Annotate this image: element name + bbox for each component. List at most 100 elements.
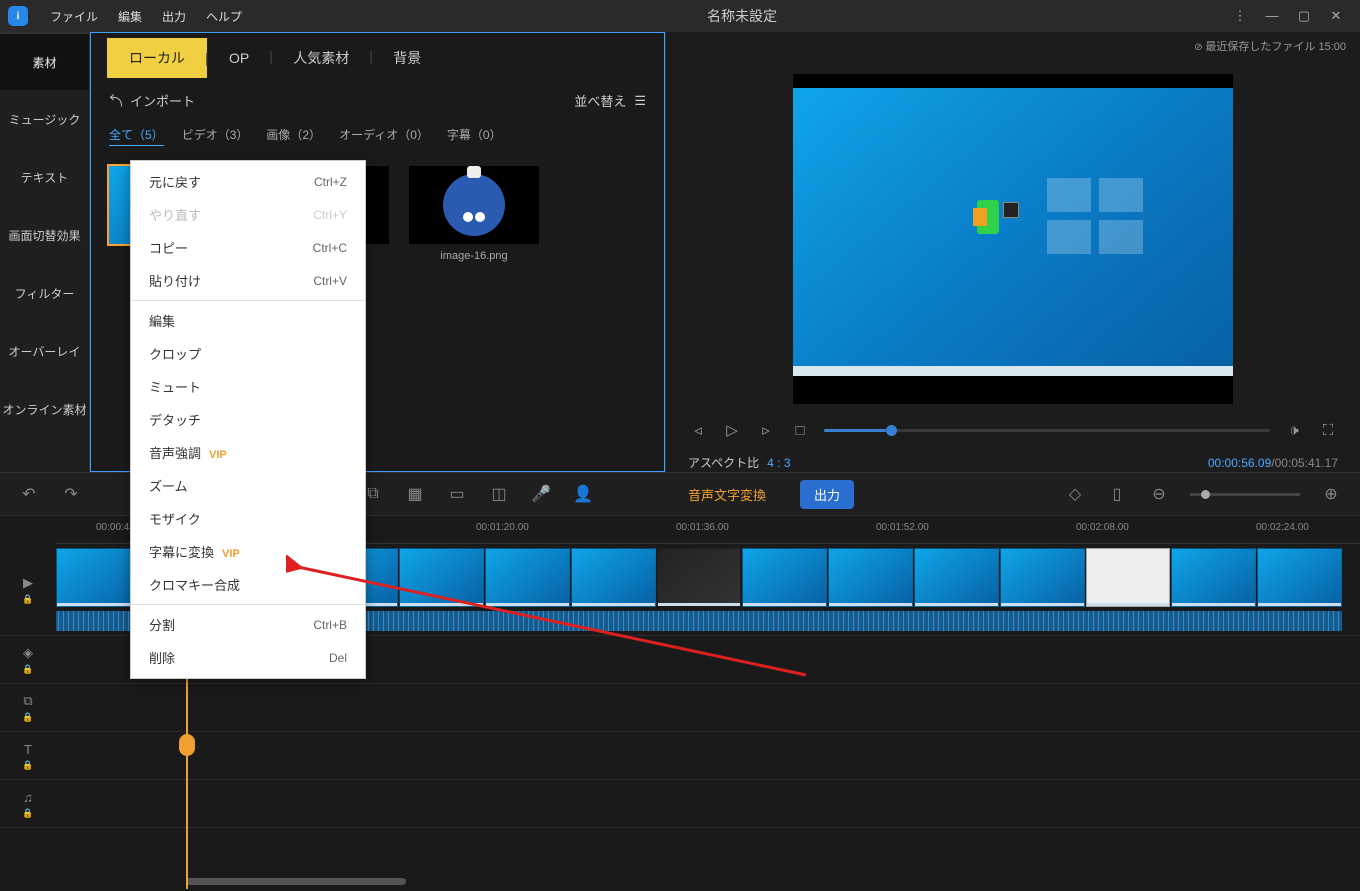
video-track-head[interactable]: ▶ 🔒 <box>0 544 56 636</box>
progress-bar[interactable] <box>824 429 1270 432</box>
person-icon[interactable]: 👤 <box>572 483 594 505</box>
ctx-undo[interactable]: 元に戻すCtrl+Z <box>131 165 365 198</box>
menu-edit[interactable]: 編集 <box>108 8 152 25</box>
more-icon[interactable]: ⋮ <box>1232 8 1248 24</box>
ctx-edit[interactable]: 編集 <box>131 304 365 337</box>
sort-icon[interactable]: ☰ <box>634 93 646 109</box>
sidebar-item-transition[interactable]: 画面切替効果 <box>0 206 89 264</box>
left-sidebar: 素材 ミュージック テキスト 画面切替効果 フィルター オーバーレイ オンライン… <box>0 32 90 472</box>
pip-track-head[interactable]: ⧉🔒 <box>0 684 56 732</box>
close-icon[interactable]: ✕ <box>1328 8 1344 24</box>
pip-icon: ⧉ <box>23 693 32 709</box>
time-label: 00:01:36.00 <box>676 522 729 533</box>
ctx-to-subtitle[interactable]: 字幕に変換VIP <box>131 535 365 568</box>
zoom-out-icon[interactable]: ⊖ <box>1148 483 1170 505</box>
windows-logo-icon <box>1047 178 1143 254</box>
aspect-value[interactable]: 4 : 3 <box>767 456 790 470</box>
undo-icon[interactable]: ↶ <box>18 483 40 505</box>
time-label: 00:02:24.00 <box>1256 522 1309 533</box>
ctx-mosaic[interactable]: モザイク <box>131 502 365 535</box>
text-track-head[interactable]: T🔒 <box>0 732 56 780</box>
text-icon: T <box>24 742 32 757</box>
rect-icon[interactable]: ▭ <box>446 483 468 505</box>
video-track-icon: ▶ <box>23 575 33 591</box>
maximize-icon[interactable]: ▢ <box>1296 8 1312 24</box>
titlebar: i ファイル 編集 出力 ヘルプ 名称未設定 ⋮ — ▢ ✕ <box>0 0 1360 32</box>
filter-video[interactable]: ビデオ（3） <box>182 126 249 146</box>
speech-to-text-button[interactable]: 音声文字変換 <box>674 480 780 509</box>
menu-output[interactable]: 出力 <box>152 8 196 25</box>
volume-icon[interactable]: 🕩 <box>1284 420 1304 440</box>
time-label: 00:01:20.00 <box>476 522 529 533</box>
fullscreen-icon[interactable]: ⛶ <box>1318 420 1338 440</box>
sidebar-item-media[interactable]: 素材 <box>0 32 89 90</box>
ctx-redo: やり直すCtrl+Y <box>131 198 365 231</box>
lock-icon[interactable]: 🔒 <box>22 664 33 675</box>
sidebar-item-overlay[interactable]: オーバーレイ <box>0 322 89 380</box>
ctx-split[interactable]: 分割Ctrl+B <box>131 608 365 641</box>
ctx-crop[interactable]: クロップ <box>131 337 365 370</box>
filter-image[interactable]: 画像（2） <box>266 126 321 146</box>
media-tab-local[interactable]: ローカル <box>107 38 207 78</box>
media-tab-op[interactable]: OP <box>207 40 271 76</box>
ctx-delete[interactable]: 削除Del <box>131 641 365 674</box>
grid-icon[interactable]: ▦ <box>404 483 426 505</box>
sidebar-item-online[interactable]: オンライン素材 <box>0 380 89 438</box>
aspect-label: アスペクト比 <box>688 454 759 471</box>
music-icon: ♫ <box>23 790 33 805</box>
preview-panel: 最近保存したファイル 15:00 ◃ ▷ ▹ □ 🕩 ⛶ アスペクト比 4 : … <box>665 32 1360 472</box>
music-track-head[interactable]: ♫🔒 <box>0 780 56 828</box>
zoom-in-icon[interactable]: ⊕ <box>1320 483 1342 505</box>
menu-help[interactable]: ヘルプ <box>196 8 252 25</box>
media-tab-background[interactable]: 背景 <box>371 38 443 78</box>
horizontal-scrollbar[interactable] <box>186 878 406 885</box>
filter-subtitle[interactable]: 字幕（0） <box>447 126 502 146</box>
sidebar-item-music[interactable]: ミュージック <box>0 90 89 148</box>
marker-icon[interactable]: ◇ <box>1064 483 1086 505</box>
pip-track[interactable]: ⧉🔒 <box>0 684 1360 732</box>
ctx-detach[interactable]: デタッチ <box>131 403 365 436</box>
sort-button[interactable]: 並べ替え <box>574 91 626 110</box>
compare-icon[interactable]: ◫ <box>488 483 510 505</box>
lock-icon[interactable]: 🔒 <box>22 808 33 819</box>
sidebar-item-filter[interactable]: フィルター <box>0 264 89 322</box>
time-label: 00:02:08.00 <box>1076 522 1129 533</box>
next-button[interactable]: ▹ <box>756 420 776 440</box>
minimize-icon[interactable]: — <box>1264 8 1280 24</box>
text-track[interactable]: T🔒 <box>0 732 1360 780</box>
ctx-mute[interactable]: ミュート <box>131 370 365 403</box>
time-label: 00:01:52.00 <box>876 522 929 533</box>
redo-icon[interactable]: ↷ <box>60 483 82 505</box>
overlay-track-head[interactable]: ◈🔒 <box>0 636 56 684</box>
import-icon: ⤴ <box>106 94 125 107</box>
ctx-zoom[interactable]: ズーム <box>131 469 365 502</box>
filter-audio[interactable]: オーディオ（0） <box>339 126 429 146</box>
import-button[interactable]: インポート <box>130 91 195 110</box>
music-track[interactable]: ♫🔒 <box>0 780 1360 828</box>
sidebar-item-text[interactable]: テキスト <box>0 148 89 206</box>
prev-button[interactable]: ◃ <box>688 420 708 440</box>
overlay-icon: ◈ <box>23 645 33 661</box>
thumb-label: image-16.png <box>409 250 539 262</box>
clip-icon[interactable]: ▯ <box>1106 483 1128 505</box>
filter-all[interactable]: 全て（5） <box>109 126 164 146</box>
export-button[interactable]: 出力 <box>800 480 854 509</box>
save-status: 最近保存したファイル 15:00 <box>1194 38 1346 54</box>
media-tab-popular[interactable]: 人気素材 <box>271 38 371 78</box>
preview-video <box>793 74 1233 404</box>
zoom-slider[interactable] <box>1190 493 1300 496</box>
lock-icon[interactable]: 🔒 <box>22 760 33 771</box>
context-menu: 元に戻すCtrl+Z やり直すCtrl+Y コピーCtrl+C 貼り付けCtrl… <box>130 160 366 679</box>
ctx-voice-enhance[interactable]: 音声強調VIP <box>131 436 365 469</box>
app-logo-icon: i <box>8 6 28 26</box>
lock-icon[interactable]: 🔒 <box>22 594 33 605</box>
ctx-copy[interactable]: コピーCtrl+C <box>131 231 365 264</box>
ctx-paste[interactable]: 貼り付けCtrl+V <box>131 264 365 297</box>
stop-button[interactable]: □ <box>790 420 810 440</box>
menu-file[interactable]: ファイル <box>40 8 108 25</box>
media-thumb[interactable]: image-16.png <box>409 166 539 262</box>
mic-icon[interactable]: 🎤 <box>530 483 552 505</box>
ctx-chromakey[interactable]: クロマキー合成 <box>131 568 365 601</box>
lock-icon[interactable]: 🔒 <box>22 712 33 723</box>
play-button[interactable]: ▷ <box>722 420 742 440</box>
